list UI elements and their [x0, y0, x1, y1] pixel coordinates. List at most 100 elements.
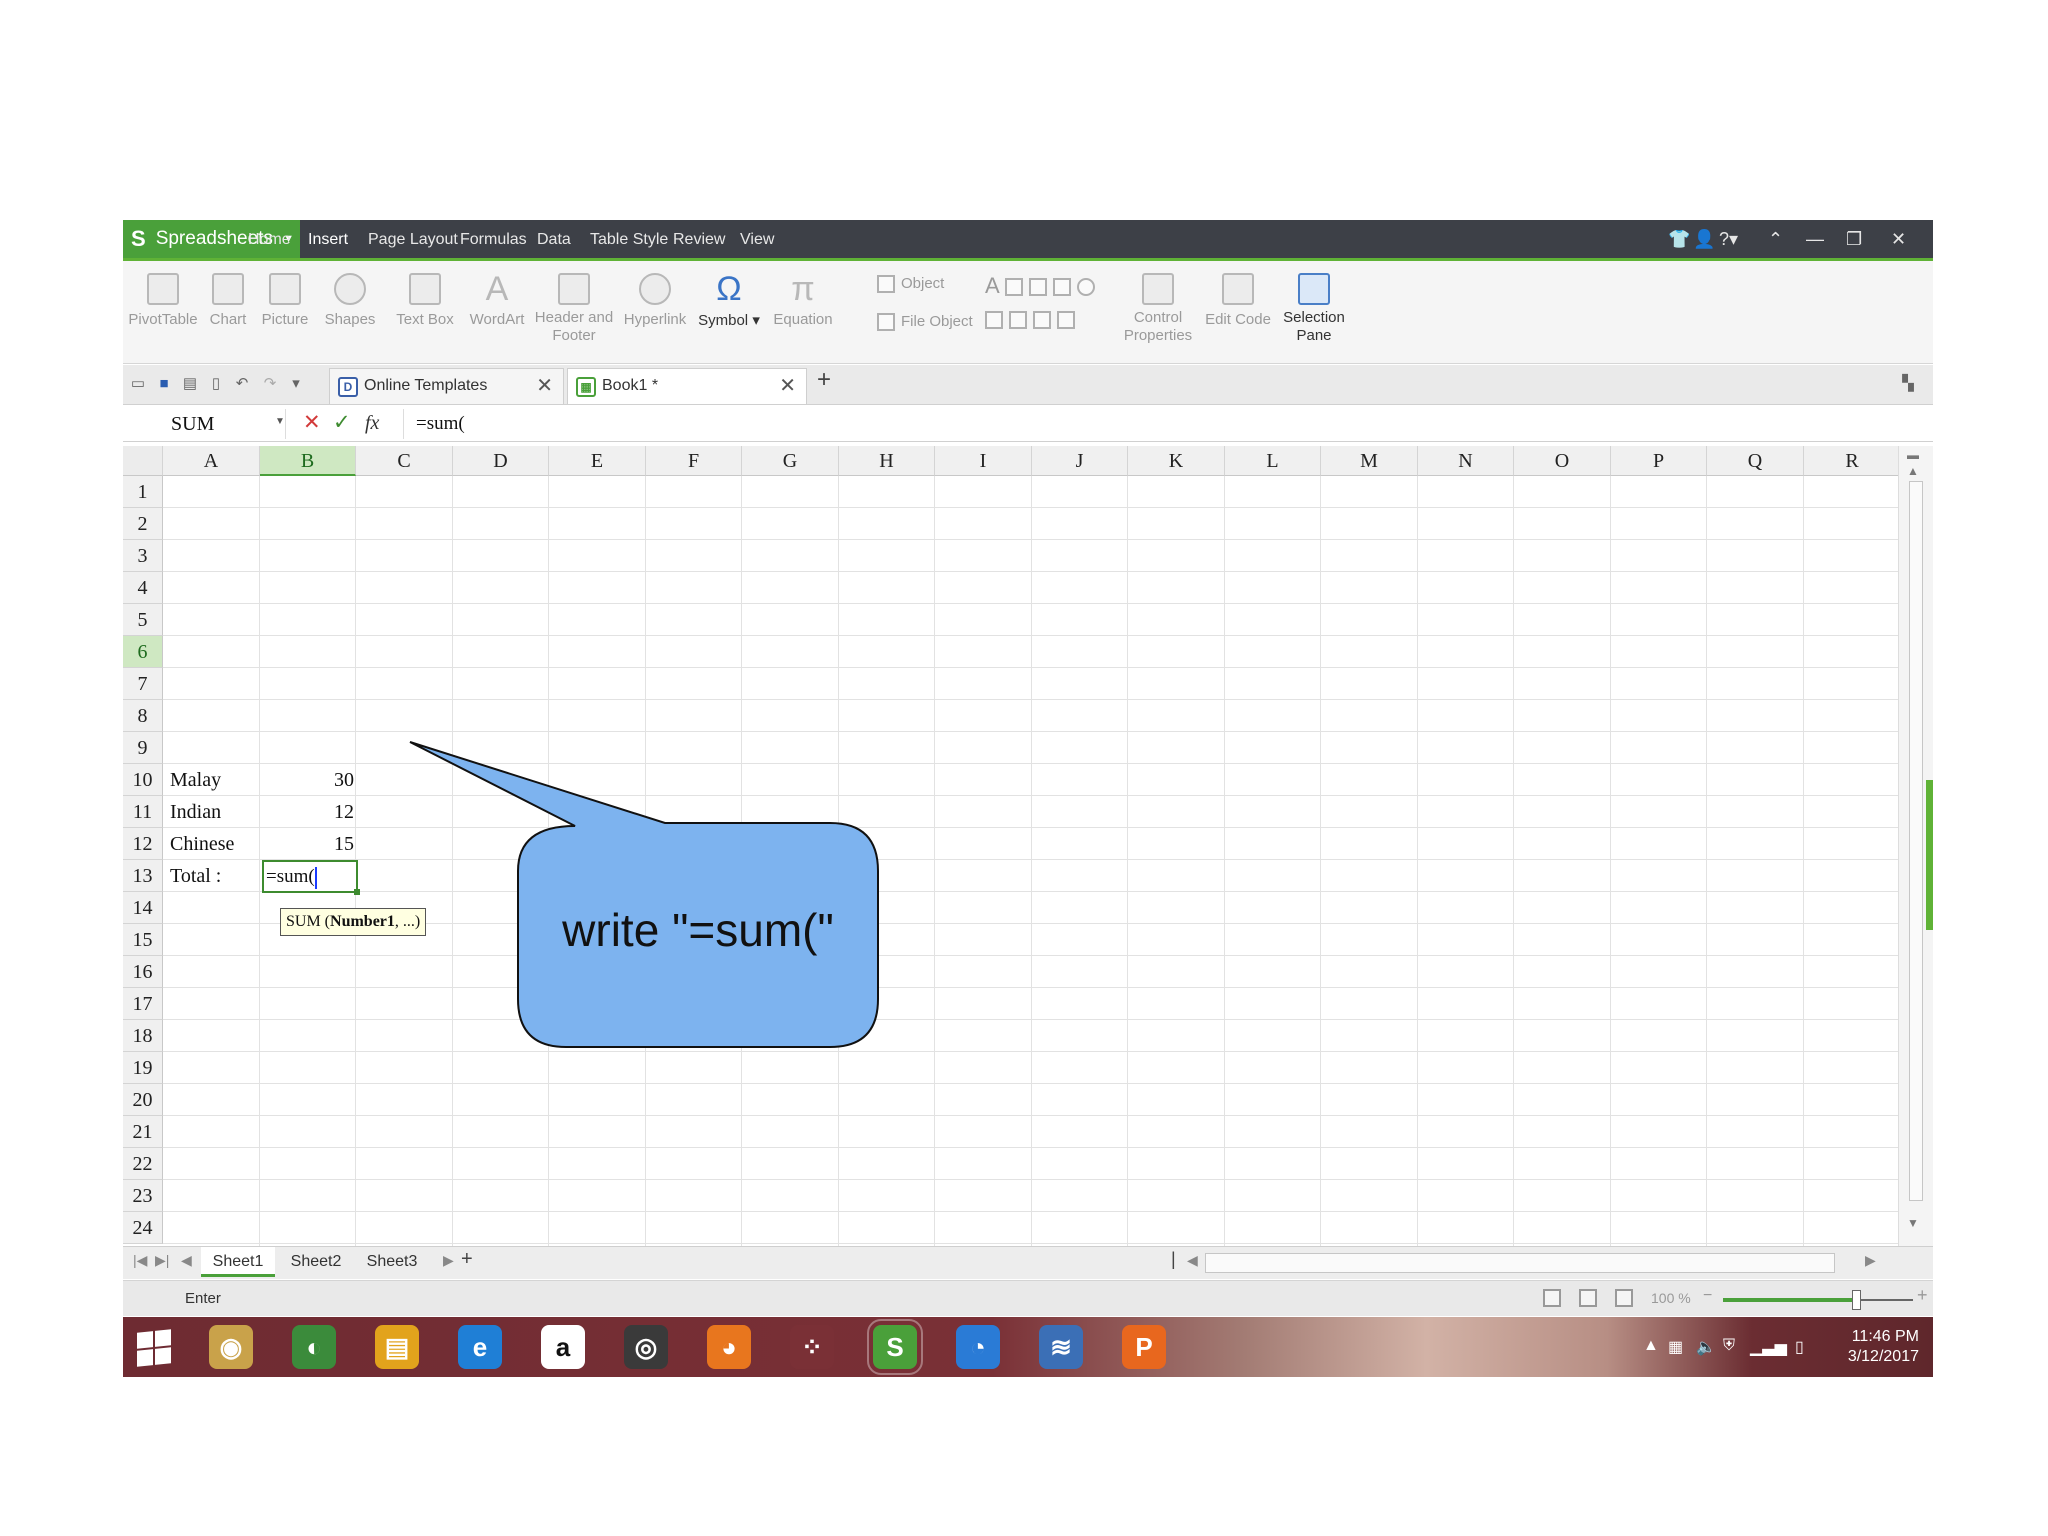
row-header-1[interactable]: 1 — [123, 476, 163, 508]
volume-icon[interactable]: 🔈 — [1696, 1337, 1716, 1357]
row-header-22[interactable]: 22 — [123, 1148, 163, 1180]
split-bar-icon[interactable]: ▬ — [1907, 448, 1919, 462]
scroll-right-icon[interactable]: ▶ — [1865, 1252, 1876, 1269]
textbox-control-icon[interactable] — [1004, 278, 1023, 297]
column-header-m[interactable]: M — [1321, 446, 1418, 476]
text-box-button[interactable]: Text Box — [387, 261, 463, 364]
spreadsheets-app-icon[interactable]: S — [867, 1319, 923, 1375]
column-header-n[interactable]: N — [1418, 446, 1514, 476]
tab-list-icon[interactable]: ▚ — [1899, 375, 1917, 393]
vertical-scroll-thumb[interactable] — [1909, 481, 1923, 1201]
column-header-r[interactable]: R — [1804, 446, 1898, 476]
row-header-16[interactable]: 16 — [123, 956, 163, 988]
scrollbar-control-icon[interactable] — [1057, 311, 1075, 330]
column-header-i[interactable]: I — [935, 446, 1032, 476]
cell-a4[interactable]: Indian — [170, 796, 260, 828]
zoom-in-icon[interactable]: + — [1917, 1285, 1928, 1306]
chrome-icon[interactable]: ◐ — [292, 1325, 336, 1369]
undo-icon[interactable]: ↶ — [233, 375, 251, 393]
scroll-down-icon[interactable]: ▼ — [1907, 1216, 1919, 1230]
active-cell-b6[interactable]: =sum( — [262, 860, 360, 895]
row-header-6[interactable]: 6 — [123, 636, 163, 668]
sheet-tab-3[interactable]: Sheet3 — [355, 1247, 429, 1277]
picture-button[interactable]: Picture — [257, 261, 313, 364]
column-header-p[interactable]: P — [1611, 446, 1707, 476]
collapse-ribbon-icon[interactable]: ⌃ — [1768, 220, 1783, 258]
row-header-20[interactable]: 20 — [123, 1084, 163, 1116]
notes-app-icon[interactable]: ▤ — [375, 1325, 419, 1369]
row-header-14[interactable]: 14 — [123, 892, 163, 924]
menu-home[interactable]: Home — [248, 220, 291, 258]
row-header-7[interactable]: 7 — [123, 668, 163, 700]
desktop-icon[interactable]: ▦ — [1668, 1337, 1683, 1357]
selection-pane-button[interactable]: Selection Pane — [1277, 261, 1351, 364]
prev-sheet-group-icon[interactable]: ▶| — [155, 1252, 169, 1269]
wordart-button[interactable]: A WordArt — [467, 261, 527, 364]
combobox-control-icon[interactable] — [1009, 311, 1027, 330]
print-icon[interactable]: ▤ — [181, 375, 199, 393]
user-icon[interactable]: 👤 — [1693, 220, 1715, 258]
column-header-o[interactable]: O — [1514, 446, 1611, 476]
cell-b5[interactable]: 15 — [262, 828, 354, 860]
column-header-g[interactable]: G — [742, 446, 839, 476]
zoom-slider-thumb[interactable] — [1852, 1290, 1861, 1310]
cell-a6[interactable]: Total : — [170, 860, 260, 892]
column-header-l[interactable]: L — [1225, 446, 1321, 476]
column-header-d[interactable]: D — [453, 446, 549, 476]
column-header-b[interactable]: B — [260, 446, 356, 476]
tab-split-handle[interactable]: | — [1171, 1249, 1176, 1270]
system-clock[interactable]: 11:46 PM 3/12/2017 — [1848, 1327, 1919, 1367]
horizontal-scrollbar[interactable] — [1205, 1253, 1835, 1273]
confirm-formula-icon[interactable]: ✓ — [333, 408, 351, 438]
speaker-app-icon[interactable]: ◎ — [624, 1325, 668, 1369]
object-button[interactable]: Object — [877, 275, 944, 294]
tab-book1[interactable]: ▦ Book1 * ✕ — [567, 368, 807, 404]
spinner-control-icon[interactable] — [1033, 311, 1051, 330]
menu-page-layout[interactable]: Page Layout — [368, 220, 458, 258]
amazon-icon[interactable]: a — [541, 1325, 585, 1369]
row-header-11[interactable]: 11 — [123, 796, 163, 828]
cell-a5[interactable]: Chinese — [170, 828, 260, 860]
minimize-icon[interactable]: — — [1806, 220, 1824, 258]
zoom-slider[interactable] — [1723, 1290, 1913, 1310]
help-icon[interactable]: ?▾ — [1719, 220, 1738, 258]
row-header-21[interactable]: 21 — [123, 1116, 163, 1148]
header-footer-button[interactable]: Header and Footer — [533, 261, 615, 364]
menu-insert[interactable]: Insert — [303, 220, 353, 261]
side-panel-handle[interactable] — [1926, 780, 1933, 930]
internet-explorer-icon[interactable]: e — [458, 1325, 502, 1369]
presentation-app-icon[interactable]: P — [1122, 1325, 1166, 1369]
row-header-5[interactable]: 5 — [123, 604, 163, 636]
redo-icon[interactable]: ↷ — [261, 375, 279, 393]
new-tab-icon[interactable]: + — [815, 368, 833, 392]
cell-b3[interactable]: 30 — [262, 764, 354, 796]
name-box[interactable]: SUM — [123, 409, 286, 439]
scroll-up-icon[interactable]: ▲ — [1907, 464, 1919, 478]
close-tab-icon[interactable]: ✕ — [536, 369, 553, 403]
checkbox-control-icon[interactable] — [1052, 278, 1071, 297]
row-header-2[interactable]: 2 — [123, 508, 163, 540]
restore-icon[interactable]: ❐ — [1846, 220, 1862, 258]
radio-control-icon[interactable] — [1076, 278, 1095, 297]
cell-b4[interactable]: 12 — [262, 796, 354, 828]
symbol-button[interactable]: Ω Symbol ▾ — [693, 261, 765, 364]
add-sheet-icon[interactable]: + — [461, 1248, 473, 1271]
equation-button[interactable]: π Equation — [767, 261, 839, 364]
sheet-tab-2[interactable]: Sheet2 — [279, 1247, 353, 1277]
firefox-dev-icon[interactable]: ◔ — [956, 1325, 1000, 1369]
row-header-8[interactable]: 8 — [123, 700, 163, 732]
column-header-f[interactable]: F — [646, 446, 742, 476]
column-header-q[interactable]: Q — [1707, 446, 1804, 476]
insert-function-icon[interactable]: fx — [365, 408, 379, 438]
menu-data[interactable]: Data — [537, 220, 571, 258]
row-header-12[interactable]: 12 — [123, 828, 163, 860]
select-all-corner[interactable] — [123, 446, 163, 476]
tab-online-templates[interactable]: D Online Templates ✕ — [329, 368, 564, 404]
menu-table-style[interactable]: Table Style — [590, 220, 668, 258]
row-header-19[interactable]: 19 — [123, 1052, 163, 1084]
battery-icon[interactable]: ▯ — [1795, 1337, 1804, 1357]
save-icon[interactable]: ■ — [155, 375, 173, 393]
skin-icon[interactable]: 👕 — [1668, 220, 1690, 258]
rectangle-control-icon[interactable] — [1028, 278, 1047, 297]
column-header-h[interactable]: H — [839, 446, 935, 476]
